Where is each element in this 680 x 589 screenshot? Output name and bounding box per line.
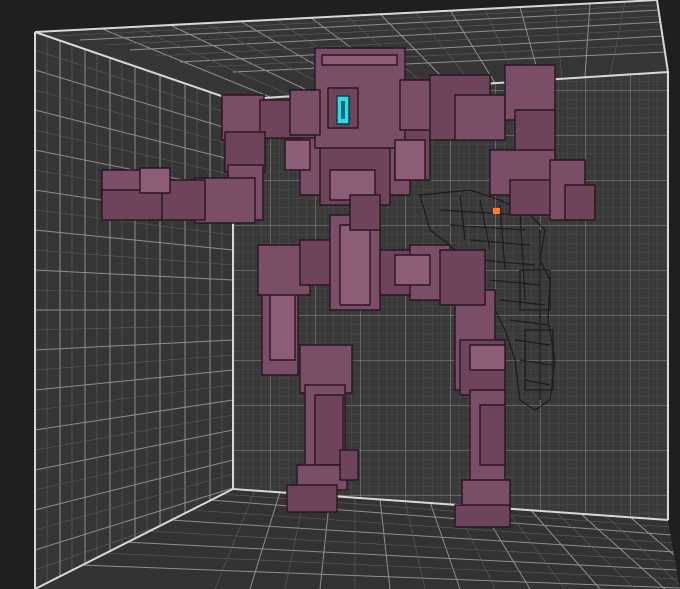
reference-model-eye: [493, 208, 500, 214]
head: [314, 47, 406, 149]
3d-scene[interactable]: [0, 0, 680, 589]
voxel-editor-viewport[interactable]: [0, 0, 680, 589]
